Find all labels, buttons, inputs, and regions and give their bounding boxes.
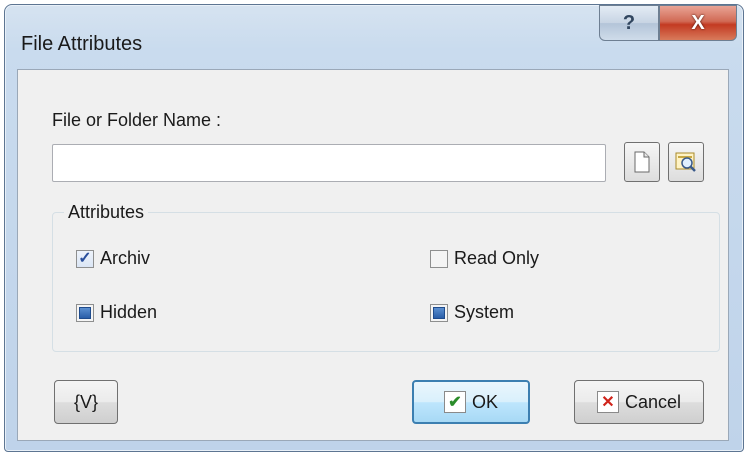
help-button[interactable]: ? [599,5,659,41]
title-bar[interactable]: File Attributes ? X [5,5,743,69]
system-checkbox[interactable]: System [430,302,514,323]
file-name-label: File or Folder Name : [52,110,222,130]
attributes-group-title: Attributes [64,202,149,223]
ok-button[interactable]: ✔ OK [412,380,530,424]
close-button[interactable]: X [659,5,737,41]
search-folder-icon [675,152,696,172]
file-name-input[interactable] [52,144,606,182]
checkbox-unchecked-icon [430,249,448,268]
checkmark-icon: ✔ [443,391,466,413]
document-icon [634,151,650,173]
ok-label: OK [471,391,498,412]
help-icon: ? [622,11,636,34]
cancel-x-icon: ✕ [596,391,619,413]
dialog-client-area: File or Folder Name : Attributes ✓ Archi… [17,69,729,441]
read-only-label: Read Only [454,248,540,268]
hidden-checkbox[interactable]: Hidden [76,302,157,323]
close-icon: X [691,11,705,34]
hidden-label: Hidden [100,302,158,322]
attributes-group [52,212,720,352]
archiv-checkbox[interactable]: ✓ Archiv [76,248,150,269]
checkbox-indeterminate-icon [430,303,448,322]
cancel-label: Cancel [624,391,682,412]
cancel-button[interactable]: ✕ Cancel [574,380,704,424]
browse-folder-button[interactable] [668,142,704,182]
browse-file-button[interactable] [624,142,660,182]
read-only-checkbox[interactable]: Read Only [430,248,539,269]
checkbox-indeterminate-icon [76,303,94,322]
window-title: File Attributes [21,33,143,55]
variables-label: {V} [73,391,99,412]
checkbox-checked-icon: ✓ [76,249,94,268]
system-label: System [454,302,515,322]
dialog-window: File Attributes ? X File or Folder Name … [4,4,744,452]
archiv-label: Archiv [100,248,151,268]
variables-button[interactable]: {V} [54,380,118,424]
